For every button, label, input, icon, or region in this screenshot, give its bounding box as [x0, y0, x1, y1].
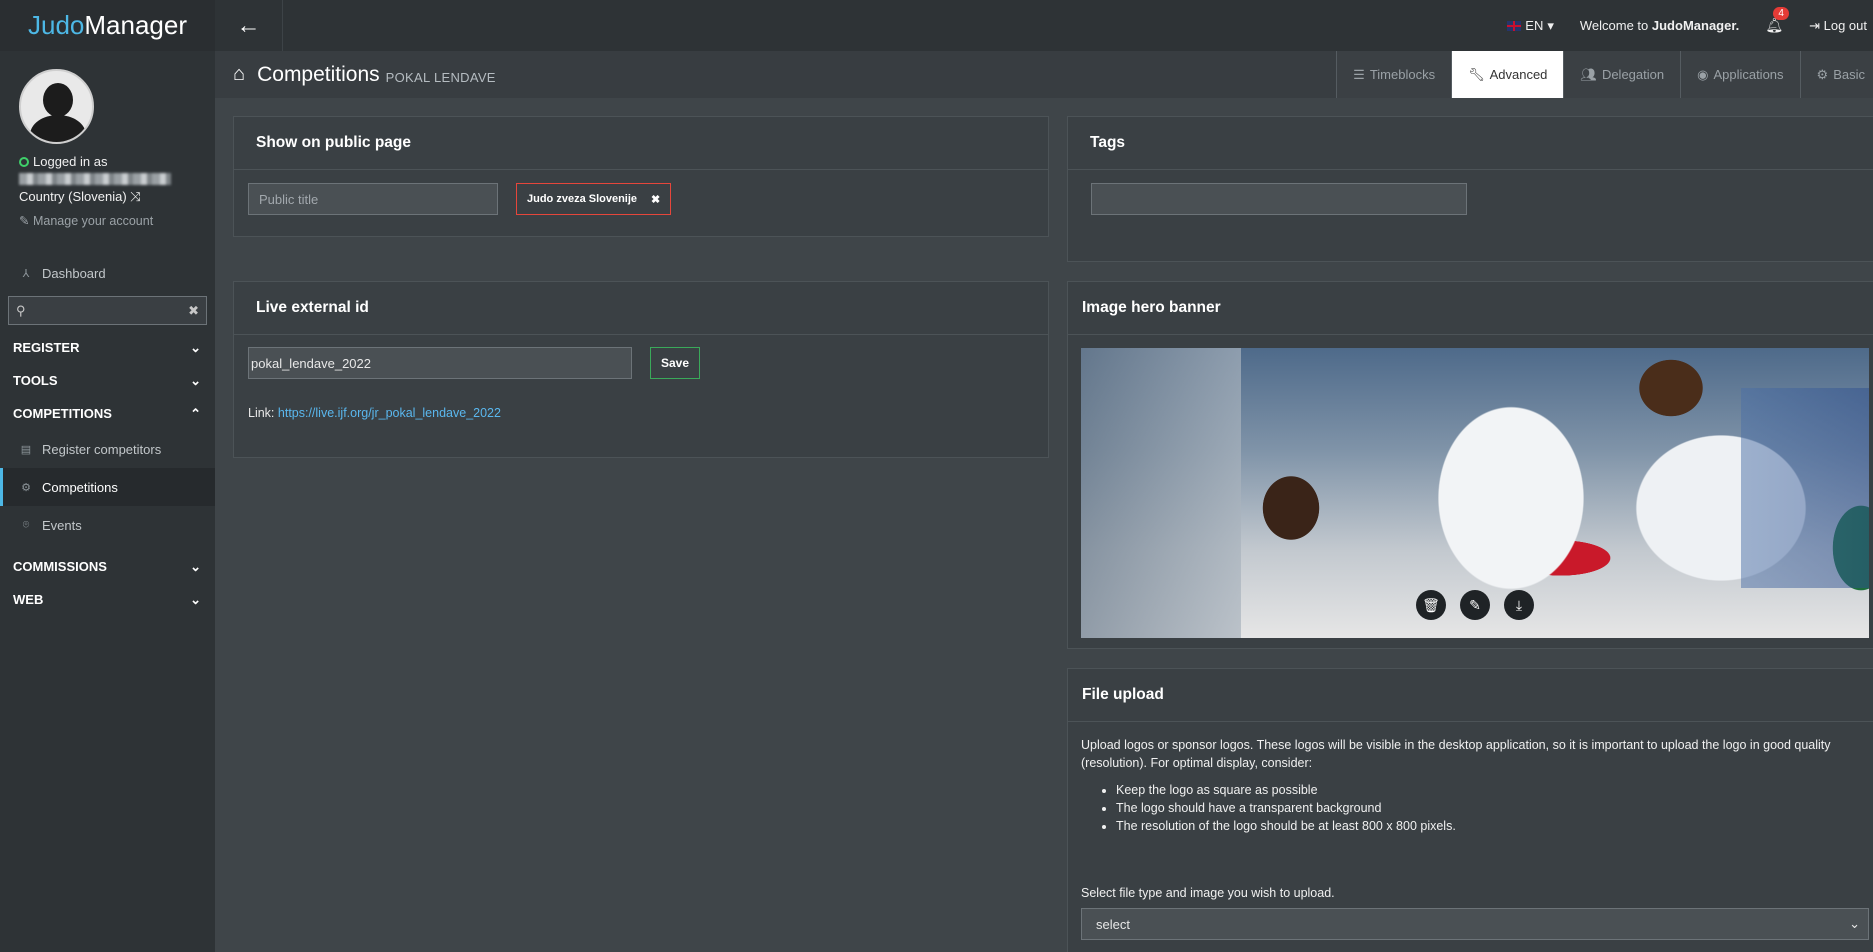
tab-basic[interactable]: ⚙ Basic — [1799, 51, 1873, 98]
caret-down-icon: ▾ — [1547, 17, 1554, 33]
sidebar-item-register-competitors[interactable]: ▤ Register competitors — [0, 430, 215, 468]
upload-guidelines-list: Keep the logo as square as possible The … — [1116, 781, 1456, 835]
register-icon: ▤ — [20, 443, 32, 456]
notifications-button[interactable]: 🔔︎ 4 — [1765, 7, 1789, 34]
sidebar-search: ⚲ ✖ — [8, 296, 207, 325]
panel-heading: File upload — [1068, 669, 1873, 722]
online-status-icon — [19, 156, 29, 167]
top-bar: ← EN ▾ Welcome to JudoManager. 🔔︎ 4 ⇥ Lo… — [215, 0, 1873, 51]
panel-heading: Image hero banner — [1068, 282, 1873, 335]
logout-button[interactable]: ⇥ Log out — [1809, 18, 1867, 34]
search-icon: ⚲ — [16, 302, 26, 318]
logged-in-status: Logged in as — [19, 154, 196, 169]
brand-logo[interactable]: Judo Manager — [0, 0, 215, 51]
sidebar: Judo Manager Logged in as Country (Sloven… — [0, 0, 215, 952]
sidebar-item-competitions[interactable]: ⚙ Competitions — [0, 468, 215, 506]
country-switch[interactable]: Country (Slovenia) ⤨ — [19, 189, 196, 205]
tab-delegation[interactable]: 👥︎ Delegation — [1563, 51, 1681, 98]
remove-tag-icon[interactable]: ✖ — [651, 193, 660, 206]
chevron-down-icon: ⌄ — [190, 558, 201, 574]
upload-instructions: Upload logos or sponsor logos. These log… — [1081, 738, 1831, 770]
notification-count-badge: 4 — [1773, 7, 1789, 20]
sidebar-group-competitions[interactable]: COMPETITIONS ⌃ — [0, 397, 215, 430]
avatar — [19, 69, 94, 144]
page-subtitle: POKAL LENDAVE — [385, 70, 496, 85]
clear-search-icon[interactable]: ✖ — [188, 303, 199, 319]
chevron-down-icon: ⌄ — [190, 591, 201, 607]
list-item: Keep the logo as square as possible — [1116, 781, 1456, 799]
organization-tag: Judo zveza Slovenije ✖ — [516, 183, 672, 215]
panel-heading: Live external id — [234, 282, 1048, 335]
sidebar-group-tools[interactable]: TOOLS ⌄ — [0, 364, 215, 397]
tab-applications[interactable]: ◉ Applications — [1680, 51, 1800, 98]
tags-panel: Tags — [1067, 116, 1873, 262]
sitemap-icon: ⅄ — [22, 267, 30, 280]
uk-flag-icon — [1507, 20, 1522, 31]
sign-out-icon: ⇥ — [1809, 17, 1820, 33]
list-icon: ☰ — [1353, 66, 1365, 82]
panel-heading: Show on public page — [234, 117, 1048, 170]
live-link[interactable]: https://live.ijf.org/jr_pokal_lendave_20… — [278, 406, 501, 420]
sidebar-item-events[interactable]: ⌾ Events — [0, 506, 215, 544]
list-item: The logo should have a transparent backg… — [1116, 799, 1456, 817]
hero-banner-panel: Image hero banner 🗑︎ ✎ ⤓ — [1067, 281, 1873, 649]
sidebar-group-commissions[interactable]: COMMISSIONS ⌄ — [0, 550, 215, 583]
list-item: The resolution of the logo should be at … — [1116, 817, 1456, 835]
delete-image-icon[interactable]: 🗑︎ — [1416, 590, 1446, 620]
sidebar-search-input[interactable] — [34, 303, 185, 318]
tab-bar: ☰ Timeblocks 🔧︎ Advanced 👥︎ Delegation ◉ App… — [1336, 51, 1873, 98]
page-title: Competitions — [257, 62, 380, 86]
home-icon[interactable]: ⌂ — [233, 63, 245, 86]
public-page-panel: Show on public page Judo zveza Slovenije… — [233, 116, 1049, 237]
live-link-row: Link: https://live.ijf.org/jr_pokal_lend… — [248, 406, 501, 420]
shuffle-icon[interactable]: ⤨ — [130, 189, 140, 204]
download-image-icon[interactable]: ⤓ — [1504, 590, 1534, 620]
back-arrow-icon[interactable]: ← — [215, 0, 283, 51]
page-header: ⌂ Competitions POKAL LENDAVE ☰ Timeblocks… — [215, 51, 1873, 98]
gear-icon: ⚙ — [21, 481, 31, 494]
save-button[interactable]: Save — [650, 347, 700, 379]
public-title-input[interactable] — [248, 183, 498, 215]
gear-icon: ⚙ — [1816, 66, 1829, 82]
panel-heading: Tags — [1068, 117, 1873, 170]
sidebar-group-web[interactable]: WEB ⌄ — [0, 583, 215, 616]
live-external-id-input[interactable] — [248, 347, 632, 379]
language-selector[interactable]: EN ▾ — [1507, 18, 1554, 34]
tab-timeblocks[interactable]: ☰ Timeblocks — [1336, 51, 1452, 98]
select-prompt: Select file type and image you wish to u… — [1081, 886, 1335, 900]
user-circle-icon: ◉ — [1697, 66, 1709, 82]
hero-banner-image: 🗑︎ ✎ ⤓ — [1081, 348, 1869, 638]
edit-image-icon[interactable]: ✎ — [1460, 590, 1490, 620]
file-upload-panel: File upload Upload logos or sponsor logo… — [1067, 668, 1873, 952]
chevron-down-icon: ⌄ — [190, 339, 201, 355]
file-type-select[interactable]: select ⌄ — [1081, 908, 1869, 940]
blurred-username — [19, 173, 171, 185]
chevron-up-icon: ⌃ — [190, 405, 201, 421]
tags-input[interactable] — [1091, 183, 1467, 215]
user-profile: Logged in as Country (Slovenia) ⤨ ✎ Mana… — [0, 51, 215, 254]
sidebar-item-dashboard[interactable]: ⅄ Dashboard — [0, 254, 215, 292]
welcome-message: Welcome to JudoManager. — [1579, 18, 1740, 33]
tab-advanced[interactable]: 🔧︎ Advanced — [1451, 51, 1564, 98]
sidebar-group-register[interactable]: REGISTER ⌄ — [0, 331, 215, 364]
pencil-icon: ✎ — [19, 214, 30, 228]
manage-account-link[interactable]: ✎ Manage your account — [19, 213, 196, 228]
chevron-down-icon: ⌄ — [1849, 916, 1860, 931]
wrench-icon: 🔧︎ — [1468, 66, 1485, 82]
users-icon: 👥︎ — [1580, 66, 1597, 82]
map-pin-icon: ⌾ — [22, 518, 30, 531]
live-external-id-panel: Live external id Save Link: https://live… — [233, 281, 1049, 458]
chevron-down-icon: ⌄ — [190, 372, 201, 388]
